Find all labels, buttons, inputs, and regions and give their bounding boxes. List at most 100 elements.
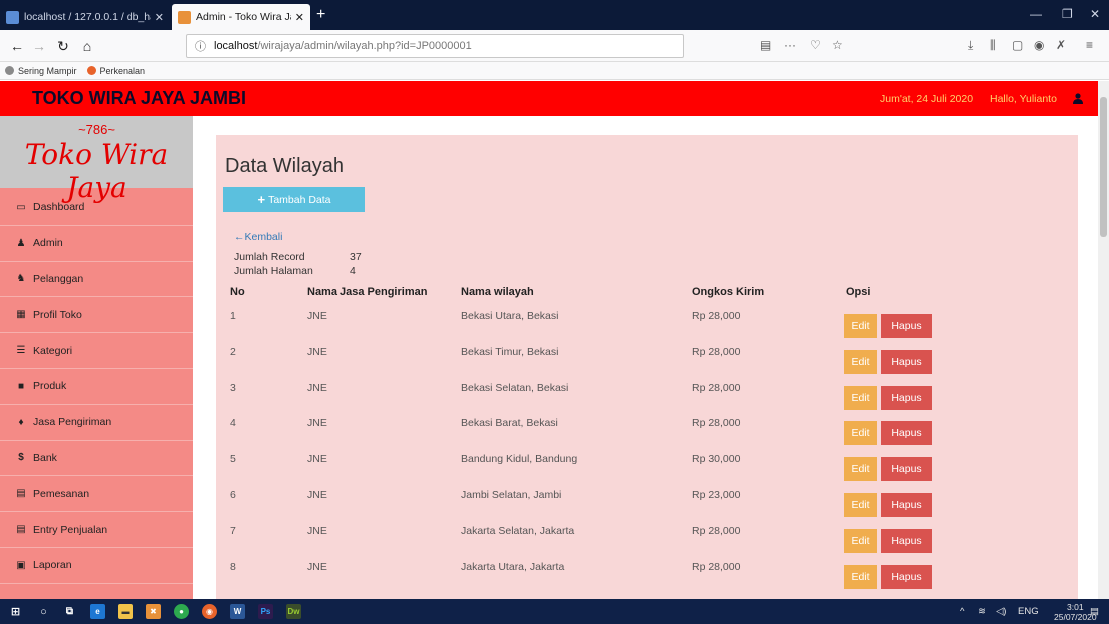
extension-icon[interactable]: ✗ [1056, 38, 1066, 52]
delete-button[interactable]: Hapus [881, 349, 932, 374]
web-page: TOKO WIRA JAYA JAMBI Jum'at, 24 Juli 202… [0, 81, 1098, 599]
sidebar-item-label: Pelanggan [33, 272, 84, 285]
edit-button[interactable]: Edit [844, 349, 877, 374]
xampp-icon[interactable]: ✖ [146, 604, 161, 619]
add-data-button[interactable]: + Tambah Data [223, 187, 365, 212]
cell-wilayah: Bekasi Barat, Bekasi [461, 417, 558, 430]
cell-ongkos: Rp 30,000 [692, 453, 741, 466]
record-label: Jumlah Record [234, 251, 305, 263]
bookmark-star-icon[interactable]: ☆ [832, 38, 843, 52]
reader-view-icon[interactable]: ▤ [760, 38, 771, 52]
sidebar-item-pelanggan[interactable]: ♞ Pelanggan [0, 262, 193, 298]
photoshop-icon[interactable]: Ps [258, 604, 273, 619]
windows-taskbar: ⊞ ○ ⧉ e ▬ ✖ ● ◉ W Ps Dw ^ ≋ ◁) ENG 3:01 … [0, 599, 1109, 624]
cell-jasa: JNE [307, 560, 327, 573]
home-icon[interactable]: ⌂ [76, 36, 98, 56]
back-arrow-icon[interactable]: ← [6, 36, 28, 56]
sidebar-menu: ▭ Dashboard ♟ Admin ♞ Pelanggan ▦ Profil… [0, 190, 193, 584]
delete-button[interactable]: Hapus [881, 493, 932, 517]
cell-ongkos: Rp 23,000 [692, 489, 741, 501]
page-actions-icon[interactable]: ··· [784, 38, 796, 52]
table-row: 6 JNE Jambi Selatan, Jambi Rp 23,000 Edit Hap… [216, 482, 1078, 517]
edit-button[interactable]: Edit [844, 528, 877, 553]
record-value: 37 [350, 251, 362, 263]
firefox-icon[interactable]: ◉ [202, 604, 217, 619]
list-icon: ☰ [16, 345, 26, 357]
sidebar-item-kategori[interactable]: ☰ Kategori [0, 333, 193, 369]
edit-button[interactable]: Edit [844, 493, 877, 517]
word-icon[interactable]: W [230, 604, 245, 619]
bookmark-sering-mampir[interactable]: Sering Mampir [5, 66, 77, 76]
sidebar-item-produk[interactable]: ■ Produk [0, 369, 193, 405]
url-host: localhost [214, 40, 258, 52]
close-tab-icon[interactable]: ✕ [155, 11, 164, 24]
library-icon[interactable]: ⫼ [990, 38, 996, 53]
volume-icon[interactable]: ◁) [996, 606, 1006, 617]
browser-tab-admin[interactable]: Admin - Toko Wira Jaya Jambi ✕ [172, 4, 310, 30]
page-scrollbar[interactable] [1098, 81, 1109, 599]
delete-button[interactable]: Hapus [881, 528, 932, 553]
back-link[interactable]: ←Kembali [234, 231, 282, 243]
search-icon[interactable]: ○ [36, 604, 51, 619]
sidebar-item-profil-toko[interactable]: ▦ Profil Toko [0, 297, 193, 334]
delete-button[interactable]: Hapus [881, 385, 932, 410]
sidebar-item-label: Laporan [33, 559, 72, 572]
delete-button[interactable]: Hapus [881, 564, 932, 589]
edit-button[interactable]: Edit [844, 385, 877, 410]
dreamweaver-icon[interactable]: Dw [286, 604, 301, 619]
cell-wilayah: Jakarta Utara, Jakarta [461, 560, 565, 573]
delete-button[interactable]: Hapus [881, 421, 932, 446]
tab-label: Admin - Toko Wira Jaya Jambi [196, 11, 291, 23]
user-greeting[interactable]: Hallo, Yulianto [990, 93, 1057, 105]
account-icon[interactable]: ◉ [1034, 38, 1044, 52]
download-icon[interactable]: ⤓ [968, 38, 973, 53]
tray-chevron-icon[interactable]: ^ [960, 606, 964, 617]
edit-button[interactable]: Edit [844, 564, 877, 589]
cell-wilayah: Bekasi Timur, Bekasi [461, 345, 559, 358]
arrow-left-icon: ← [234, 231, 245, 243]
browser-tab-phpmyadmin[interactable]: localhost / 127.0.0.1 / db_hamb ✕ [0, 4, 170, 30]
sidebar-item-admin[interactable]: ♟ Admin [0, 226, 193, 262]
chrome-icon[interactable]: ● [174, 604, 189, 619]
site-brand[interactable]: TOKO WIRA JAYA JAMBI [32, 88, 246, 109]
minimize-icon[interactable]: — [1030, 7, 1042, 21]
delete-button[interactable]: Hapus [881, 457, 932, 482]
sidebar-item-entry-penjualan[interactable]: ▤ Entry Penjualan [0, 512, 193, 548]
sidebar-toggle-icon[interactable]: ▢ [1012, 38, 1023, 52]
cell-no: 7 [230, 524, 236, 537]
file-explorer-icon[interactable]: ▬ [118, 604, 133, 619]
page-title: Data Wilayah [225, 155, 344, 177]
edge-icon[interactable]: e [90, 604, 105, 619]
notification-icon[interactable]: ▤ [1090, 606, 1099, 617]
sidebar-item-laporan[interactable]: ▣ Laporan [0, 548, 193, 584]
window-close-icon[interactable]: ✕ [1090, 7, 1100, 21]
cell-ongkos: Rp 28,000 [692, 524, 741, 537]
user-icon[interactable] [1073, 93, 1083, 104]
pocket-icon[interactable]: ♡ [810, 38, 821, 52]
table-row: 1 JNE Bekasi Utara, Bekasi Rp 28,000 Edit Hap… [216, 303, 1078, 338]
bookmark-perkenalan[interactable]: Perkenalan [86, 66, 145, 76]
delete-button[interactable]: Hapus [881, 314, 932, 338]
reload-icon[interactable]: ↻ [52, 36, 74, 56]
edit-button[interactable]: Edit [844, 457, 877, 482]
forward-arrow-icon[interactable]: → [28, 36, 50, 56]
input-language[interactable]: ENG [1018, 606, 1039, 617]
sidebar-item-bank[interactable]: $ Bank [0, 441, 193, 477]
new-tab-icon[interactable]: + [316, 6, 325, 24]
task-view-icon[interactable]: ⧉ [62, 604, 77, 619]
url-bar[interactable]: ⓘ localhost /wirajaya/admin/wilayah.php?… [186, 34, 684, 58]
scrollbar-thumb[interactable] [1100, 97, 1107, 237]
menu-icon[interactable]: ≡ [1086, 38, 1093, 52]
edit-button[interactable]: Edit [844, 314, 877, 338]
restore-icon[interactable]: ❐ [1062, 7, 1073, 21]
edit-button[interactable]: Edit [844, 421, 877, 446]
sidebar-item-pemesanan[interactable]: ▤ Pemesanan [0, 476, 193, 513]
network-icon[interactable]: ≋ [978, 606, 986, 617]
table-icon: ▦ [16, 309, 26, 321]
sidebar-item-dashboard[interactable]: ▭ Dashboard [0, 190, 193, 226]
browser-tab-bar: localhost / 127.0.0.1 / db_hamb ✕ Admin … [0, 0, 1109, 30]
windows-start-icon[interactable]: ⊞ [8, 604, 23, 619]
close-tab-icon[interactable]: ✕ [295, 11, 304, 24]
sidebar-item-jasa-pengiriman[interactable]: ♦ Jasa Pengiriman [0, 405, 193, 441]
tab-label: localhost / 127.0.0.1 / db_hamb [24, 11, 151, 23]
